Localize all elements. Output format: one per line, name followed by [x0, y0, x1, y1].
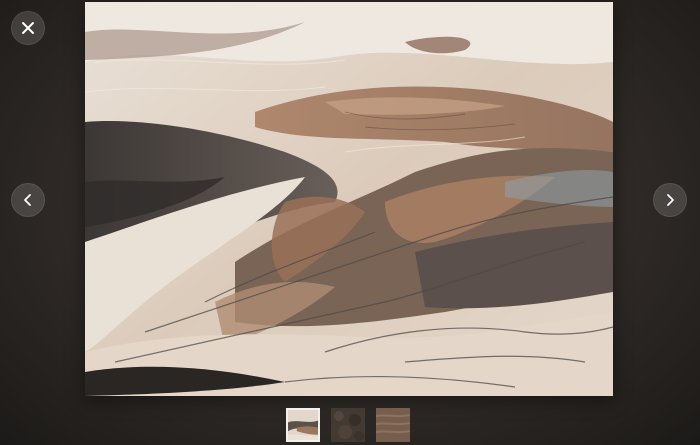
- close-icon: [20, 20, 36, 36]
- lightbox-viewer: [0, 0, 700, 445]
- thumbnail-strip: [286, 408, 410, 442]
- thumbnail-1[interactable]: [286, 408, 320, 442]
- thumbnail-2[interactable]: [331, 408, 365, 442]
- aerial-riverbed-photo: [85, 2, 613, 396]
- main-image: [85, 2, 613, 396]
- thumbnail-3[interactable]: [376, 408, 410, 442]
- chevron-left-icon: [20, 192, 36, 208]
- close-button[interactable]: [11, 11, 45, 45]
- next-image-button[interactable]: [653, 183, 687, 217]
- previous-image-button[interactable]: [11, 183, 45, 217]
- chevron-right-icon: [662, 192, 678, 208]
